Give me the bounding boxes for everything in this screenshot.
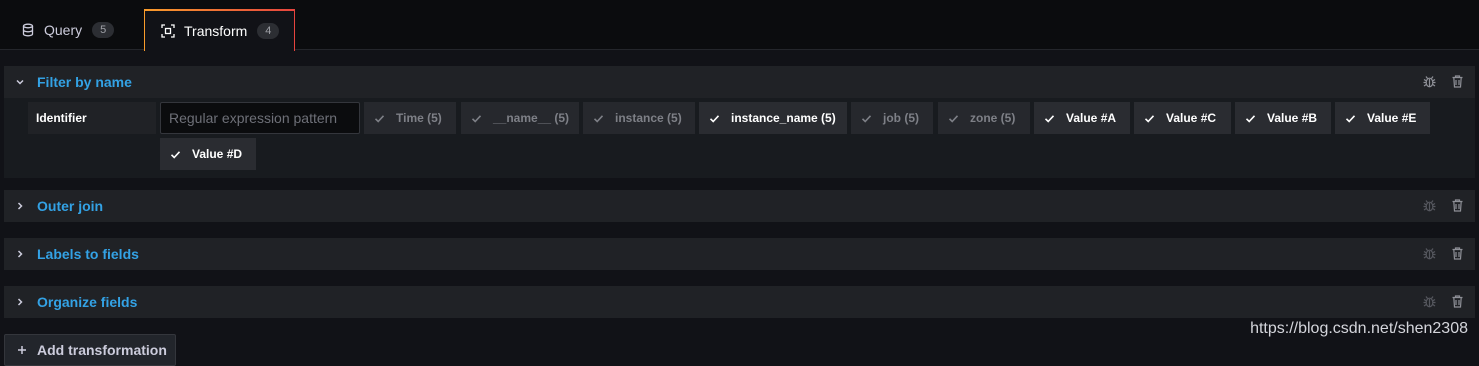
debug-icon[interactable]: [1422, 74, 1437, 89]
field-chip[interactable]: Time (5): [364, 102, 456, 134]
add-transformation-button[interactable]: Add transformation: [4, 334, 176, 366]
field-chip[interactable]: __name__ (5): [461, 102, 579, 134]
check-icon: [861, 113, 872, 124]
tab-bar: Query 5 Transform 4: [0, 0, 1479, 51]
field-chip-label: job (5): [883, 111, 919, 125]
field-chip[interactable]: instance_name (5): [699, 102, 847, 134]
check-icon: [374, 113, 385, 124]
chevron-right-icon[interactable]: [15, 297, 25, 307]
chevron-right-icon[interactable]: [15, 201, 25, 211]
regex-pattern-input[interactable]: [160, 102, 360, 134]
transformation-actions: [1422, 74, 1465, 89]
field-chip[interactable]: Value #A: [1034, 102, 1130, 134]
tab-query-label: Query: [44, 21, 83, 38]
transformation-title[interactable]: Outer join: [37, 198, 103, 214]
transformation-title[interactable]: Filter by name: [37, 74, 132, 90]
field-chip[interactable]: zone (5): [938, 102, 1030, 134]
database-icon: [21, 23, 35, 37]
debug-icon[interactable]: [1422, 246, 1437, 261]
watermark-text: https://blog.csdn.net/shen2308: [1250, 320, 1468, 337]
trash-icon[interactable]: [1450, 246, 1465, 261]
check-icon: [709, 113, 720, 124]
field-chip[interactable]: Value #D: [160, 138, 256, 170]
field-chip[interactable]: Value #B: [1235, 102, 1331, 134]
field-chip-label: Value #B: [1267, 111, 1318, 125]
transformation-actions: [1422, 246, 1465, 261]
tab-query-count: 5: [92, 21, 115, 38]
field-chip-label: instance_name (5): [731, 111, 836, 125]
field-chip-label: instance (5): [615, 111, 682, 125]
check-icon: [471, 113, 482, 124]
field-chip[interactable]: job (5): [851, 102, 933, 134]
trash-icon[interactable]: [1450, 74, 1465, 89]
tab-transform-label: Transform: [184, 23, 248, 39]
chevron-down-icon[interactable]: [15, 77, 25, 87]
debug-icon[interactable]: [1422, 294, 1437, 309]
transformation-actions: [1422, 198, 1465, 213]
add-transformation-label: Add transformation: [37, 342, 167, 358]
field-chip-label: Value #A: [1066, 111, 1117, 125]
trash-icon[interactable]: [1450, 294, 1465, 309]
transform-icon: [161, 24, 175, 38]
transformation-filter-by-name-header[interactable]: Filter by name: [4, 66, 1475, 98]
check-icon: [1345, 113, 1356, 124]
check-icon: [1044, 113, 1055, 124]
field-chip[interactable]: Value #C: [1134, 102, 1231, 134]
transformation-title[interactable]: Organize fields: [37, 294, 137, 310]
field-chip-label: Time (5): [396, 111, 442, 125]
check-icon: [1144, 113, 1155, 124]
field-chip-label: Value #C: [1166, 111, 1217, 125]
field-chip-label: zone (5): [970, 111, 1016, 125]
transformation-actions: [1422, 294, 1465, 309]
field-chip[interactable]: Value #E: [1335, 102, 1430, 134]
transformation-organize-fields-header[interactable]: Organize fields: [4, 286, 1475, 318]
trash-icon[interactable]: [1450, 198, 1465, 213]
transformation-labels-to-fields-header[interactable]: Labels to fields: [4, 238, 1475, 270]
tab-transform[interactable]: Transform 4: [144, 9, 295, 51]
check-icon: [593, 113, 604, 124]
transformation-outer-join-header[interactable]: Outer join: [4, 190, 1475, 222]
field-chip[interactable]: instance (5): [583, 102, 695, 134]
check-icon: [1245, 113, 1256, 124]
field-chip-label: Value #E: [1367, 111, 1417, 125]
tab-transform-count: 4: [257, 23, 280, 39]
debug-icon[interactable]: [1422, 198, 1437, 213]
chevron-right-icon[interactable]: [15, 249, 25, 259]
identifier-label: Identifier: [28, 102, 156, 134]
transformation-title[interactable]: Labels to fields: [37, 246, 139, 262]
check-icon: [170, 149, 181, 160]
tab-query[interactable]: Query 5: [0, 9, 140, 50]
check-icon: [948, 113, 959, 124]
plus-icon: [17, 345, 27, 355]
field-chip-label: __name__ (5): [493, 111, 570, 125]
field-chip-label: Value #D: [192, 147, 243, 161]
